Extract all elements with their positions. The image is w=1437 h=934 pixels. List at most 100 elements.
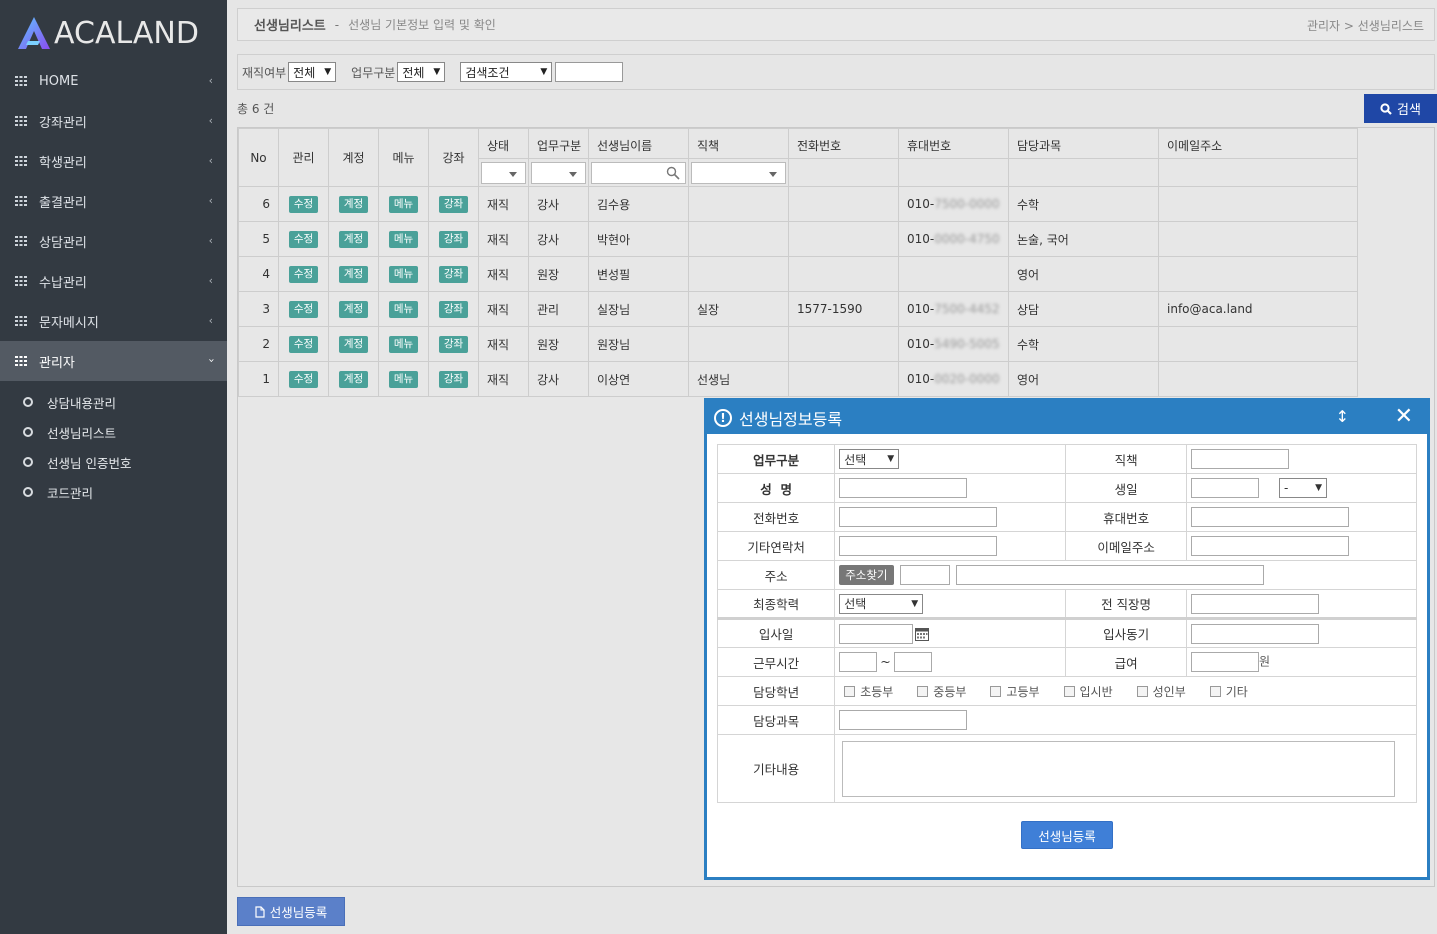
action-cell: 메뉴 [378,326,429,362]
birthday-type-select[interactable]: - ▼ [1279,478,1328,498]
name-column-filter[interactable] [591,162,686,184]
subject-cell: 영어 [1008,361,1159,397]
email-input[interactable] [1191,536,1350,556]
column-header[interactable]: 직책 [688,128,789,159]
column-header[interactable]: 담당과목 [1008,128,1159,159]
edit-button[interactable]: 수정 [288,370,319,388]
page-header: 선생님리스트 - 선생님 기본정보 입력 및 확인 관리자 > 선생님리스트 [237,8,1435,41]
course-button[interactable]: 강좌 [438,195,469,213]
address-search-button[interactable]: 주소찾기 [839,565,894,585]
account-button[interactable]: 계정 [338,265,369,283]
menu-button[interactable]: 메뉴 [388,230,419,248]
mobile-input[interactable] [1191,507,1350,527]
work-end-input[interactable] [893,652,932,672]
work-start-input[interactable] [839,652,878,672]
education-select[interactable]: 선택 ▼ [839,593,924,614]
sidebar-subitem-teacher-list[interactable]: 선생님리스트 [0,417,227,447]
register-teacher-button[interactable]: 선생님등록 [237,897,345,926]
sidebar-item-payments[interactable]: 수납관리 ‹ [0,261,227,301]
column-header[interactable]: 전화번호 [788,128,899,159]
grade-checkbox-adult[interactable]: 성인부 [1136,683,1186,700]
edit-button[interactable]: 수정 [288,335,319,353]
position-input[interactable] [1191,449,1290,469]
sidebar-subitem-counseling-content[interactable]: 상담내용관리 [0,387,227,417]
grade-checkbox-elementary[interactable]: 초등부 [844,683,893,700]
position-column-filter[interactable] [691,162,786,184]
search-button[interactable]: 검색 [1364,94,1437,123]
sidebar-item-courses[interactable]: 강좌관리 ‹ [0,101,227,141]
etc-textarea[interactable] [842,740,1396,797]
menu-button[interactable]: 메뉴 [388,335,419,353]
edit-button[interactable]: 수정 [288,265,319,283]
account-button[interactable]: 계정 [338,195,369,213]
column-header[interactable]: 휴대번호 [898,128,1009,159]
menu-button[interactable]: 메뉴 [388,265,419,283]
mobile-prefix: 010- [907,197,935,211]
work-filter-select[interactable]: 전체 ▼ [397,62,446,82]
account-button[interactable]: 계정 [338,300,369,318]
other-contact-input[interactable] [839,536,998,556]
chevron-left-icon: ‹ [208,154,213,167]
dialog-header[interactable]: ! 선생님정보등록 ↕ ✕ [707,401,1427,434]
resize-icon[interactable]: ↕ [1336,407,1349,426]
status-cell: 재직 [478,256,529,292]
course-button[interactable]: 강좌 [438,230,469,248]
column-header: 계정 [328,128,379,187]
search-input[interactable] [555,62,624,82]
join-date-input[interactable] [839,623,914,644]
status-column-filter[interactable] [481,162,526,184]
account-button[interactable]: 계정 [338,230,369,248]
work-hours-label: 근무시간 [716,647,836,677]
address-input[interactable] [956,565,1265,585]
type-column-filter[interactable] [531,162,586,184]
birthday-input[interactable] [1191,478,1260,498]
column-header[interactable]: 이메일주소 [1158,128,1358,159]
course-button[interactable]: 강좌 [438,265,469,283]
grade-checkbox-high[interactable]: 고등부 [990,683,1040,700]
edit-button[interactable]: 수정 [288,230,319,248]
edit-button[interactable]: 수정 [288,300,319,318]
sidebar-item-students[interactable]: 학생관리 ‹ [0,141,227,181]
employment-filter-select[interactable]: 전체 ▼ [288,62,337,82]
grade-checkbox-middle[interactable]: 중등부 [917,683,966,700]
close-icon[interactable]: ✕ [1395,404,1413,429]
sidebar-item-counseling[interactable]: 상담관리 ‹ [0,221,227,261]
grade-checkbox-other[interactable]: 기타 [1209,683,1248,700]
column-header[interactable]: 상태 [478,128,529,159]
action-cell: 메뉴 [378,256,429,292]
prev-job-input[interactable] [1191,593,1320,614]
row-number: 6 [238,186,279,222]
sidebar-subitem-teacher-auth[interactable]: 선생님 인증번호 [0,447,227,477]
salary-input[interactable] [1191,652,1260,672]
grade-checkbox-entrance[interactable]: 입시반 [1063,683,1113,700]
menu-button[interactable]: 메뉴 [388,195,419,213]
dropdown-arrow-icon: ▼ [911,598,919,609]
sidebar-item-home[interactable]: HOME ‹ [0,61,227,101]
sidebar-item-admin[interactable]: 관리자 ‹ [0,341,227,381]
search-condition-select[interactable]: 검색조건 ▼ [460,62,553,82]
zipcode-input[interactable] [899,565,950,585]
menu-button[interactable]: 메뉴 [388,300,419,318]
column-header[interactable]: 선생님이름 [588,128,689,159]
course-button[interactable]: 강좌 [438,300,469,318]
menu-button[interactable]: 메뉴 [388,370,419,388]
course-button[interactable]: 강좌 [438,370,469,388]
calendar-icon[interactable] [915,627,930,641]
logo[interactable]: ACALAND [16,14,199,52]
phone-input[interactable] [839,507,998,527]
checkbox-label: 고등부 [1006,684,1040,699]
motive-input[interactable] [1191,623,1320,644]
account-button[interactable]: 계정 [338,370,369,388]
course-button[interactable]: 강좌 [438,335,469,353]
sidebar-subitem-code[interactable]: 코드관리 [0,477,227,507]
name-input[interactable] [839,478,968,498]
edit-button[interactable]: 수정 [288,195,319,213]
form-row: 업무구분 선택 ▼ 직책 [716,444,1417,474]
submit-teacher-button[interactable]: 선생님등록 [1021,821,1113,849]
subject-input[interactable] [839,710,968,730]
sidebar-item-attendance[interactable]: 출결관리 ‹ [0,181,227,221]
work-type-select[interactable]: 선택 ▼ [839,449,900,469]
account-button[interactable]: 계정 [338,335,369,353]
sidebar-item-sms[interactable]: 문자메시지 ‹ [0,301,227,341]
column-header[interactable]: 업무구분 [528,128,589,159]
